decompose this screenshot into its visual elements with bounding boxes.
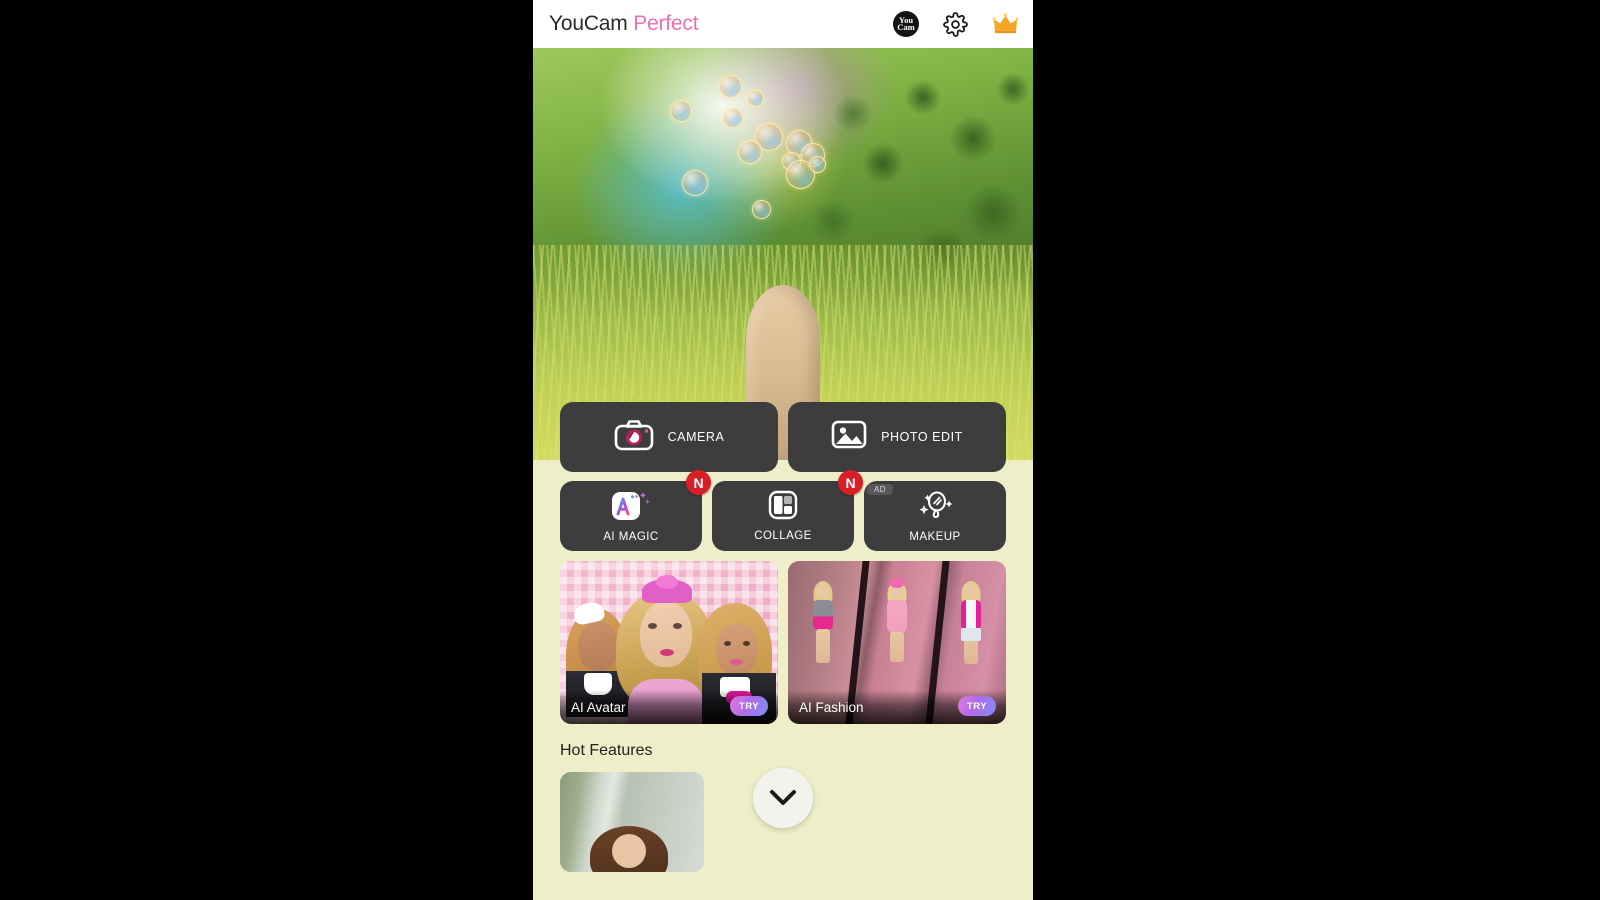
makeup-mirror-icon [912,489,958,526]
header-actions: You Cam [893,11,1019,37]
makeup-label: MAKEUP [909,531,961,543]
promo-title-ai-avatar: AI Avatar [571,699,626,715]
collage-label: COLLAGE [754,530,812,542]
promo-card-ai-fashion[interactable]: AI Fashion TRY [788,561,1006,724]
camera-button-label: CAMERA [667,430,725,444]
promo-card-ai-avatar[interactable]: AI Avatar TRY [560,561,778,724]
ad-badge: AD [867,484,893,495]
app-brand-title: YouCam Perfect [549,12,699,36]
collage-button[interactable]: N COLLAGE [712,470,863,551]
screenshot-root: YouCam Perfect You Cam CAMERA PHOTO EDIT… [0,0,1600,900]
hero-photo [533,48,1033,460]
hot-features-title: Hot Features [560,742,653,759]
hero-bubbles [533,48,1033,460]
camera-icon [614,419,654,456]
ai-magic-label: AI MAGIC [603,531,659,543]
fashion-figure-1 [802,581,844,702]
secondary-action-row: N AI MAGIC N COLLAGE AD MAKEUP [560,470,1006,551]
phone-app-viewport: YouCam Perfect You Cam CAMERA PHOTO EDIT… [533,0,1033,900]
makeup-button[interactable]: AD MAKEUP [864,481,1006,551]
try-button-ai-fashion[interactable]: TRY [958,696,996,716]
youcam-badge-line2: Cam [897,22,915,32]
hot-feature-thumbnail [560,772,704,872]
camera-button[interactable]: CAMERA [560,402,778,472]
fashion-figure-2 [876,578,918,702]
photo-icon [831,419,867,455]
ai-magic-button[interactable]: N AI MAGIC [560,470,711,551]
premium-crown-icon[interactable] [992,12,1019,36]
fashion-figure-3 [950,581,992,702]
settings-gear-icon[interactable] [943,11,968,37]
expand-chevron-down-icon[interactable] [753,768,813,828]
hot-feature-card-1[interactable] [560,772,704,872]
promo-title-ai-fashion: AI Fashion [799,699,864,715]
brand-youcam: YouCam [549,12,628,35]
main-action-row: CAMERA PHOTO EDIT [560,402,1006,472]
photo-edit-button[interactable]: PHOTO EDIT [788,402,1006,472]
promo-cards: AI Avatar TRY AI Fashion TRY [533,551,1033,724]
try-button-ai-avatar[interactable]: TRY [730,696,768,716]
photo-edit-button-label: PHOTO EDIT [881,430,963,444]
ai-magic-icon [610,489,652,526]
youcam-badge-icon[interactable]: You Cam [893,11,919,37]
new-badge: N [686,470,711,495]
primary-actions: CAMERA PHOTO EDIT N AI MAGIC N COLLAGE A… [533,402,1033,551]
app-header: YouCam Perfect You Cam [533,0,1033,48]
new-badge: N [838,470,863,495]
collage-icon [768,490,798,525]
brand-perfect: Perfect [633,12,699,35]
